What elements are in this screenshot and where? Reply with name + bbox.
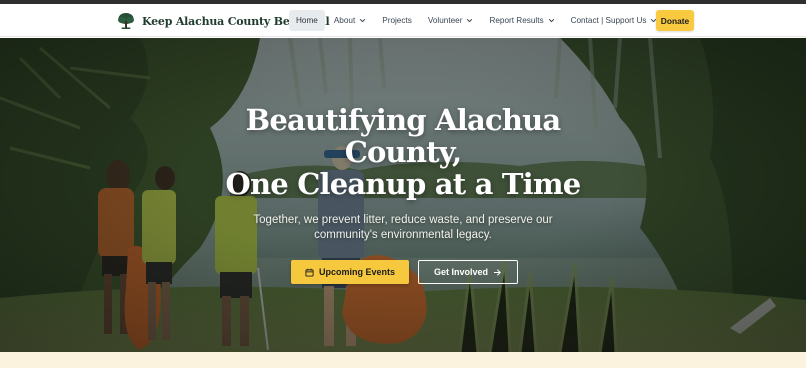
tree-logo-icon: [118, 13, 134, 29]
hero-subtitle: Together, we prevent litter, reduce wast…: [0, 213, 806, 243]
arrow-right-icon: [493, 268, 501, 276]
get-involved-label: Get Involved: [433, 267, 488, 277]
nav-item-label: Report Results: [489, 16, 544, 25]
hero-title-line: County,: [344, 135, 462, 169]
nav-item-label: Home: [296, 16, 318, 25]
nav-item-home[interactable]: Home: [289, 10, 325, 31]
donate-button[interactable]: Donate: [656, 10, 694, 31]
chevron-down-icon: [548, 18, 554, 23]
upcoming-events-button[interactable]: Upcoming Events: [291, 260, 409, 284]
hero-title-line: One Cleanup at a Time: [225, 167, 582, 201]
nav-item-report-results[interactable]: Report Results: [482, 10, 561, 31]
main-menu: Home About Projects Volunteer Report Res…: [289, 10, 666, 31]
site-header: Keep Alachua County Beautiful Home About…: [0, 4, 806, 37]
hero-section: Beautifying Alachua County, One Cleanup …: [0, 38, 806, 352]
next-section-strip: [0, 352, 806, 368]
chevron-down-icon: [467, 18, 473, 23]
nav-item-label: About: [333, 16, 356, 25]
hero-title-line: Beautifying Alachua: [245, 103, 562, 137]
get-involved-button[interactable]: Get Involved: [418, 260, 518, 284]
nav-item-projects[interactable]: Projects: [375, 10, 419, 31]
nav-item-contact-support[interactable]: Contact | Support Us: [564, 10, 665, 31]
nav-item-volunteer[interactable]: Volunteer: [421, 10, 481, 31]
calendar-icon: [305, 268, 314, 277]
nav-item-label: Contact | Support Us: [570, 16, 647, 25]
nav-item-label: Volunteer: [427, 16, 463, 25]
hero-title: Beautifying Alachua County, One Cleanup …: [0, 104, 806, 200]
hero-subtitle-line: Together, we prevent litter, reduce wast…: [253, 214, 553, 226]
nav-item-about[interactable]: About: [327, 10, 373, 31]
chevron-down-icon: [360, 18, 366, 23]
nav-item-label: Projects: [382, 16, 412, 25]
hero-subtitle-line: community's environmental legacy.: [314, 229, 492, 241]
upcoming-events-label: Upcoming Events: [318, 267, 395, 277]
